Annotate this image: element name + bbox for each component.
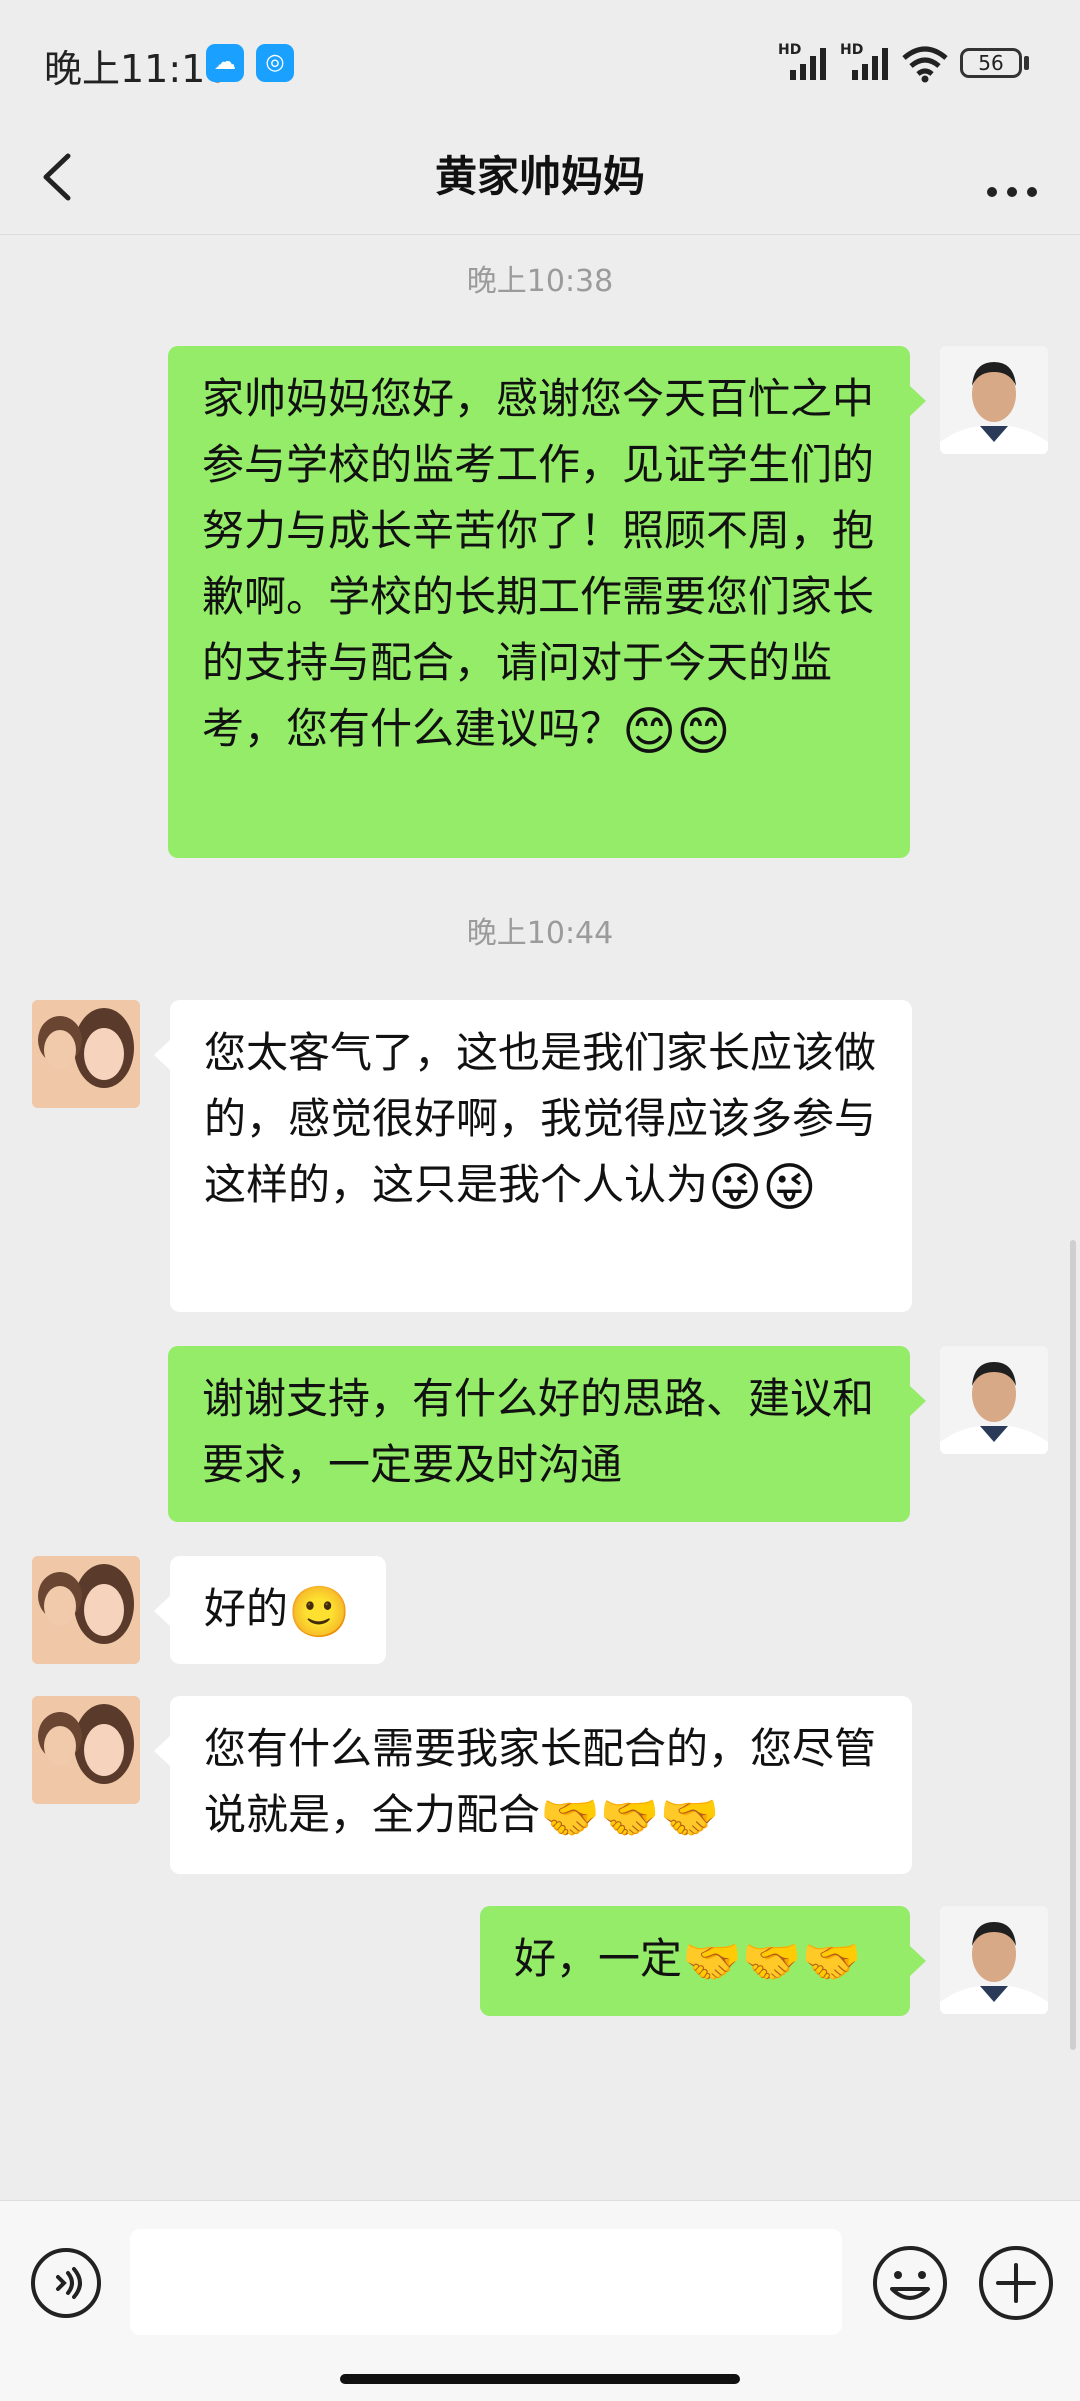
bubble-tail — [910, 1386, 926, 1416]
handshake-emoji-icon: 🤝🤝🤝 — [540, 1789, 720, 1846]
smile-emoji-icon: 😊😊 — [622, 701, 731, 762]
plus-icon[interactable] — [976, 2243, 1056, 2323]
signal-icon: HD — [840, 42, 900, 82]
smile-emoji-icon: 🙂 — [288, 1582, 351, 1641]
message-bubble-received[interactable]: 好的🙂 — [170, 1556, 386, 1664]
message-text: 家帅妈妈您好，感谢您今天百忙之中参与学校的监考工作，见证学生们的努力与成长辛苦你… — [202, 374, 875, 753]
message-bubble-sent[interactable]: 好，一定🤝🤝🤝 — [480, 1906, 910, 2016]
avatar[interactable] — [32, 1696, 140, 1804]
message-bubble-sent[interactable]: 谢谢支持，有什么好的思路、建议和要求，一定要及时沟通 — [168, 1346, 910, 1522]
message-text: 谢谢支持，有什么好的思路、建议和要求，一定要及时沟通 — [202, 1374, 875, 1489]
back-arrow-icon[interactable] — [26, 142, 96, 212]
avatar[interactable] — [940, 1906, 1048, 2014]
battery-tip — [1024, 56, 1029, 70]
home-indicator[interactable] — [340, 2374, 740, 2384]
handshake-emoji-icon: 🤝🤝🤝 — [682, 1933, 862, 1990]
more-dots-icon[interactable] — [970, 142, 1054, 212]
bubble-tail — [154, 1596, 170, 1626]
message-text: 好，一定 — [514, 1934, 683, 1983]
bubble-tail — [154, 1736, 170, 1766]
chat-header: 黄家帅妈妈 — [0, 120, 1080, 235]
avatar[interactable] — [32, 1000, 140, 1108]
signal-icon: HD — [778, 42, 838, 82]
input-bar — [0, 2200, 1080, 2401]
app-notify-icon: ◎ — [256, 44, 294, 82]
timestamp: 晚上10:38 — [466, 264, 614, 299]
message-input[interactable] — [130, 2229, 842, 2335]
avatar[interactable] — [32, 1556, 140, 1664]
battery-icon: 56 — [960, 48, 1022, 78]
chat-title[interactable]: 黄家帅妈妈 — [240, 142, 840, 212]
bubble-tail — [910, 1946, 926, 1976]
wink-tongue-emoji-icon: 😜😜 — [708, 1157, 817, 1218]
message-text: 好的 — [204, 1584, 289, 1633]
message-bubble-received[interactable]: 您有什么需要我家长配合的，您尽管说就是，全力配合🤝🤝🤝 — [170, 1696, 912, 1874]
message-bubble-received[interactable]: 您太客气了，这也是我们家长应该做的，感觉很好啊，我觉得应该多参与这样的，这只是我… — [170, 1000, 912, 1312]
avatar[interactable] — [940, 1346, 1048, 1454]
status-time: 晚上11:10 — [44, 47, 230, 91]
timestamp: 晚上10:44 — [466, 916, 614, 951]
bubble-tail — [154, 1040, 170, 1070]
voice-icon[interactable] — [28, 2245, 104, 2321]
message-bubble-sent[interactable]: 家帅妈妈您好，感谢您今天百忙之中参与学校的监考工作，见证学生们的努力与成长辛苦你… — [168, 346, 910, 858]
cloud-icon: ☁ — [206, 44, 244, 82]
emoji-icon[interactable] — [870, 2243, 950, 2323]
scrollbar[interactable] — [1070, 1240, 1076, 2050]
wifi-icon — [902, 46, 948, 83]
status-bar: 晚上11:10 ☁ ◎ HD HD 56 — [0, 0, 1080, 130]
bubble-tail — [910, 386, 926, 416]
avatar[interactable] — [940, 346, 1048, 454]
